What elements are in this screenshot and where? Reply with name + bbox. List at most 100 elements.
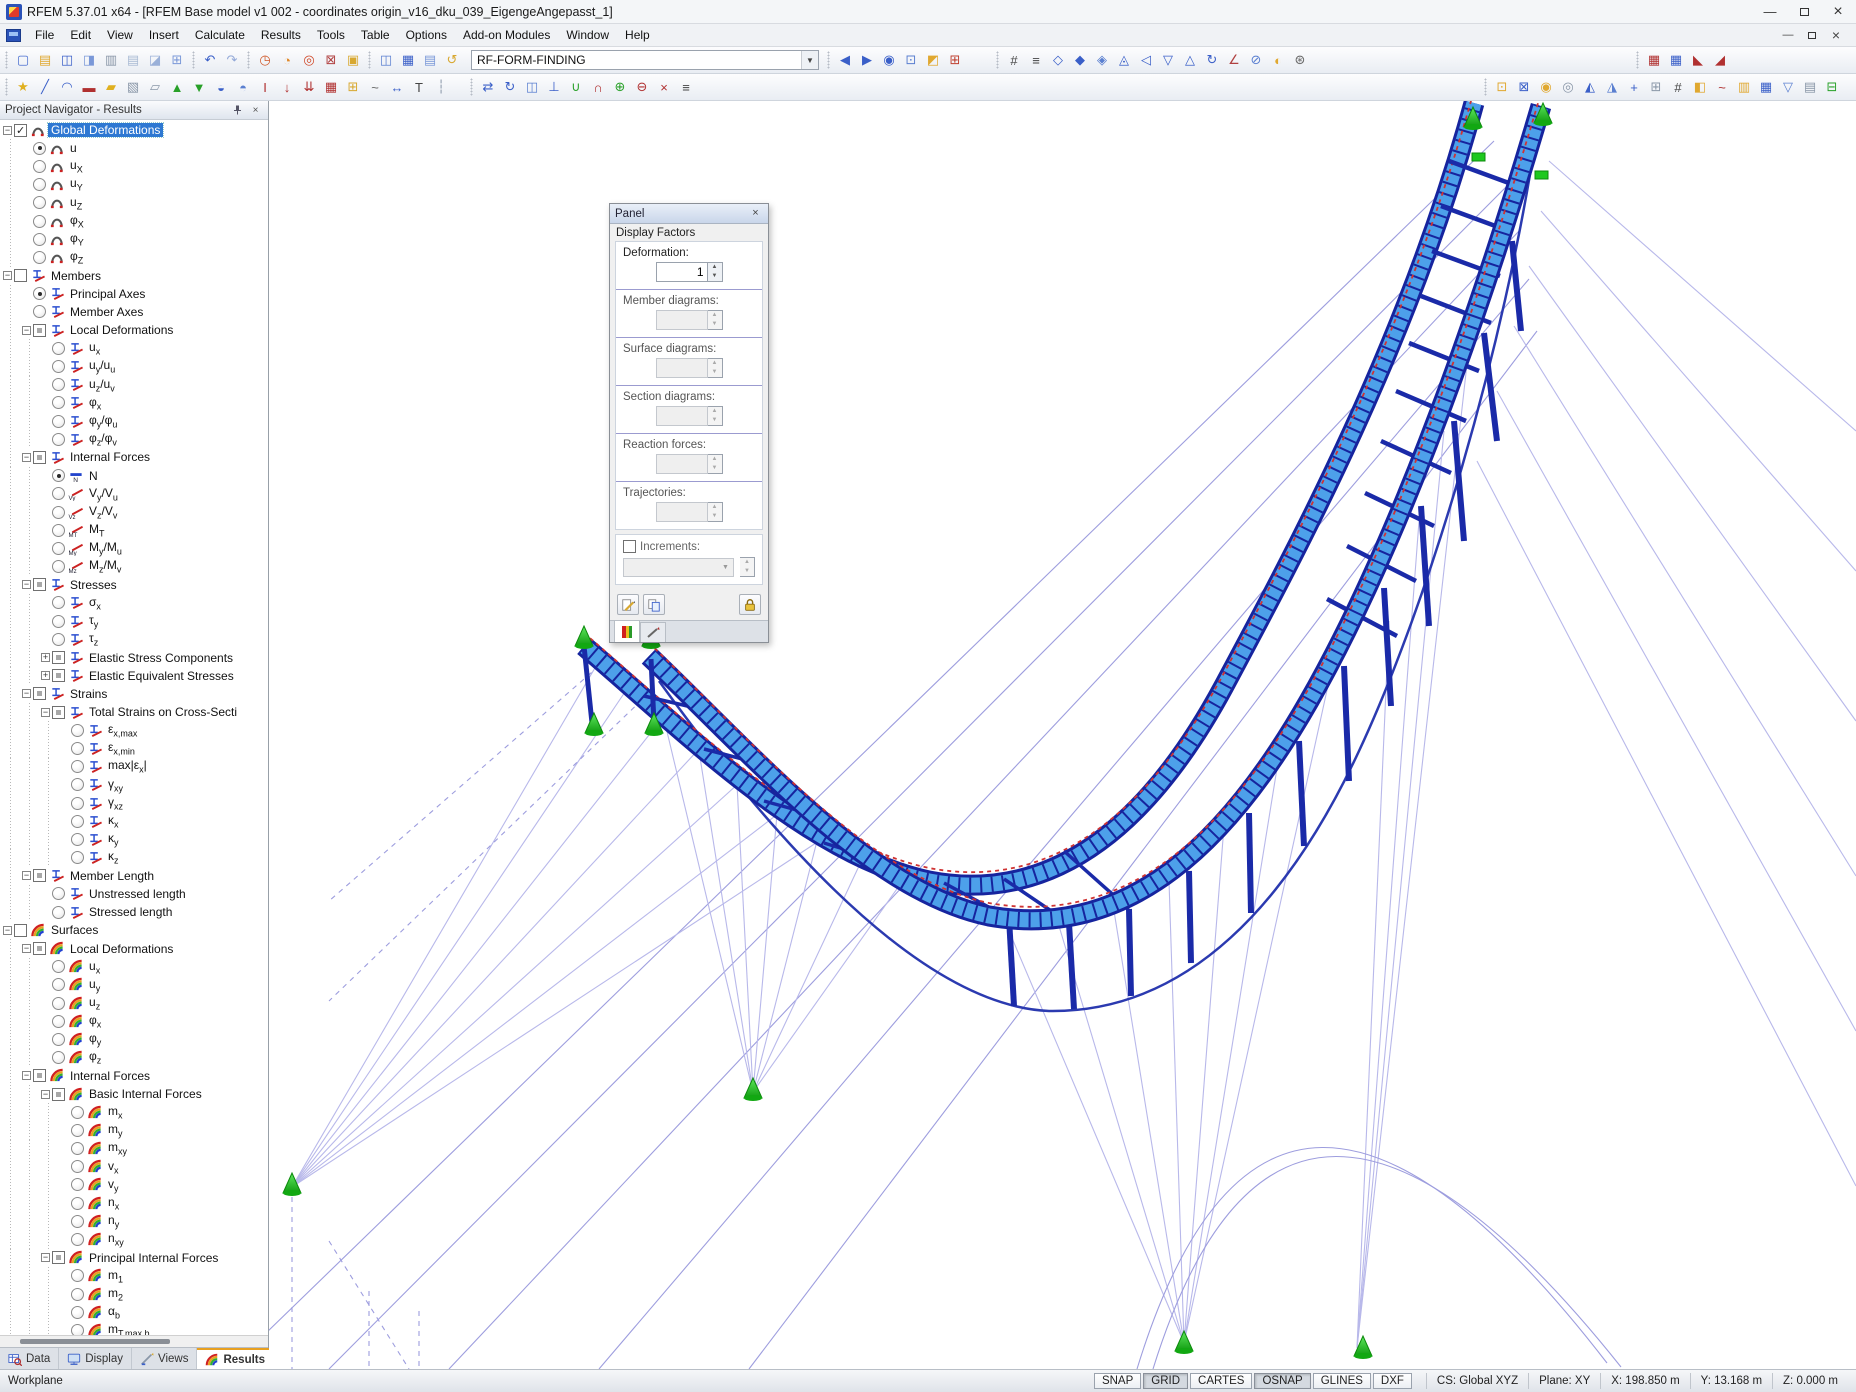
delete-button[interactable]: × [653, 77, 675, 98]
undo-button[interactable]: ↶ [199, 50, 221, 71]
display-settings-button[interactable]: ⊛ [1289, 50, 1311, 71]
tree-radio[interactable] [33, 160, 46, 173]
view-x-button[interactable]: ◁ [1135, 50, 1157, 71]
split-entities-button[interactable]: ⊖ [631, 77, 653, 98]
panel-tab-color-scale[interactable] [614, 620, 640, 642]
new-solid-button[interactable]: ▧ [122, 77, 144, 98]
tree-radio[interactable] [52, 978, 65, 991]
tree-radio[interactable] [52, 396, 65, 409]
tree-radio[interactable] [33, 215, 46, 228]
mdi-minimize-button[interactable]: — [1778, 27, 1798, 43]
tab-data[interactable]: Data [0, 1348, 59, 1369]
check-model-button[interactable]: ◔ [276, 50, 298, 71]
tree-radio[interactable] [71, 833, 84, 846]
view-z-button[interactable]: △ [1179, 50, 1201, 71]
copy-print-button[interactable]: ◪ [144, 50, 166, 71]
new-node-button[interactable]: ★ [12, 77, 34, 98]
load-case-button[interactable]: ⊞ [342, 77, 364, 98]
tree-item[interactable]: φY [2, 230, 268, 248]
tree-item[interactable]: τy [2, 612, 268, 630]
tree-radio[interactable] [52, 997, 65, 1010]
tree-radio[interactable] [52, 433, 65, 446]
tree-item[interactable]: Stressed length [2, 903, 268, 921]
toggle-snap[interactable]: SNAP [1094, 1373, 1141, 1389]
menu-window[interactable]: Window [558, 25, 617, 45]
tree-item[interactable]: −Global Deformations [2, 121, 268, 139]
model-viewport[interactable]: Panel × Display Factors Deformation:▲▼Me… [269, 101, 1856, 1369]
section-diagrams-input[interactable] [656, 406, 708, 426]
tree-horizontal-scrollbar[interactable] [0, 1335, 268, 1347]
tree-radio[interactable] [71, 1178, 84, 1191]
line-hinge-button[interactable]: ◓ [232, 77, 254, 98]
render-wireframe-button[interactable]: ◇ [1047, 50, 1069, 71]
tree-checkbox[interactable] [33, 324, 46, 337]
axes-toggle-button[interactable]: + [1623, 77, 1645, 98]
filter-view-button[interactable]: ▽ [1777, 77, 1799, 98]
visibility-user-button[interactable]: ◉ [1535, 77, 1557, 98]
divide-member-button[interactable]: ∩ [587, 77, 609, 98]
trajectories-spinner[interactable]: ▲▼ [708, 502, 723, 522]
section-diagrams-spinner[interactable]: ▲▼ [708, 406, 723, 426]
tree-radio[interactable] [71, 1269, 84, 1282]
tree-item[interactable]: uz/uv [2, 376, 268, 394]
tree-item[interactable]: m2 [2, 1285, 268, 1303]
tab-views[interactable]: Views [132, 1348, 197, 1369]
tree-item[interactable]: NN [2, 467, 268, 485]
tree-radio[interactable] [33, 233, 46, 246]
tree-checkbox[interactable] [33, 942, 46, 955]
tree-item[interactable]: εx,min [2, 739, 268, 757]
tree-radio[interactable] [52, 615, 65, 628]
tree-checkbox[interactable] [52, 1251, 65, 1264]
nodal-support-button[interactable]: ▲ [166, 77, 188, 98]
tree-radio[interactable] [52, 633, 65, 646]
tree-item[interactable]: −Internal Forces [2, 448, 268, 466]
maximize-button[interactable] [1790, 3, 1818, 21]
tree-item[interactable]: κz [2, 849, 268, 867]
tree-checkbox[interactable] [52, 651, 65, 664]
member-diagrams-input[interactable] [656, 310, 708, 330]
collapse-icon[interactable]: − [22, 871, 31, 880]
tree-item[interactable]: MzMz/Mv [2, 558, 268, 576]
tree-item[interactable]: φz/φv [2, 430, 268, 448]
expand-icon[interactable]: + [41, 671, 50, 680]
tree-checkbox[interactable] [14, 924, 27, 937]
tree-item[interactable]: Unstressed length [2, 885, 268, 903]
panel-toggle-button[interactable]: ▥ [1733, 77, 1755, 98]
tree-checkbox[interactable] [52, 1088, 65, 1101]
imperfection-button[interactable]: ~ [364, 77, 386, 98]
tree-radio[interactable] [52, 506, 65, 519]
tree-item[interactable]: MTMT [2, 521, 268, 539]
mdi-restore-button[interactable] [1802, 27, 1822, 43]
collapse-icon[interactable]: − [22, 453, 31, 462]
surface-load-button[interactable]: ▦ [320, 77, 342, 98]
tree-item[interactable]: φz [2, 1049, 268, 1067]
partial-view-button[interactable]: ◭ [1579, 77, 1601, 98]
collapse-icon[interactable]: − [41, 1253, 50, 1262]
tree-item[interactable]: κx [2, 812, 268, 830]
load-case-combo[interactable]: RF-FORM-FINDING▼ [471, 50, 819, 70]
open-model-button[interactable]: ▤ [34, 50, 56, 71]
tree-item[interactable]: max|εx| [2, 758, 268, 776]
collapse-icon[interactable]: − [3, 126, 12, 135]
collapse-icon[interactable]: − [22, 944, 31, 953]
tree-item[interactable]: Member Axes [2, 303, 268, 321]
tree-radio[interactable] [71, 1106, 84, 1119]
tree-item[interactable]: −Member Length [2, 867, 268, 885]
nodal-load-button[interactable]: ↓ [276, 77, 298, 98]
pin-icon[interactable] [230, 103, 245, 117]
tree-checkbox[interactable] [33, 578, 46, 591]
tree-checkbox[interactable] [33, 687, 46, 700]
new-line-button[interactable]: ╱ [34, 77, 56, 98]
layers-button[interactable]: ▤ [1799, 77, 1821, 98]
grid-toggle-button[interactable]: ⊞ [1645, 77, 1667, 98]
tree-radio[interactable] [71, 1215, 84, 1228]
tree-item[interactable]: nxy [2, 1230, 268, 1248]
tree-radio[interactable] [52, 487, 65, 500]
tree-item[interactable]: −Local Deformations [2, 321, 268, 339]
new-window-button[interactable]: ◫ [375, 50, 397, 71]
lock-button[interactable] [739, 594, 761, 615]
show-results-button[interactable]: ◩ [922, 50, 944, 71]
tree-item[interactable]: ny [2, 1212, 268, 1230]
reaction-forces-spinner[interactable]: ▲▼ [708, 454, 723, 474]
tree-item[interactable]: MyMy/Mu [2, 539, 268, 557]
